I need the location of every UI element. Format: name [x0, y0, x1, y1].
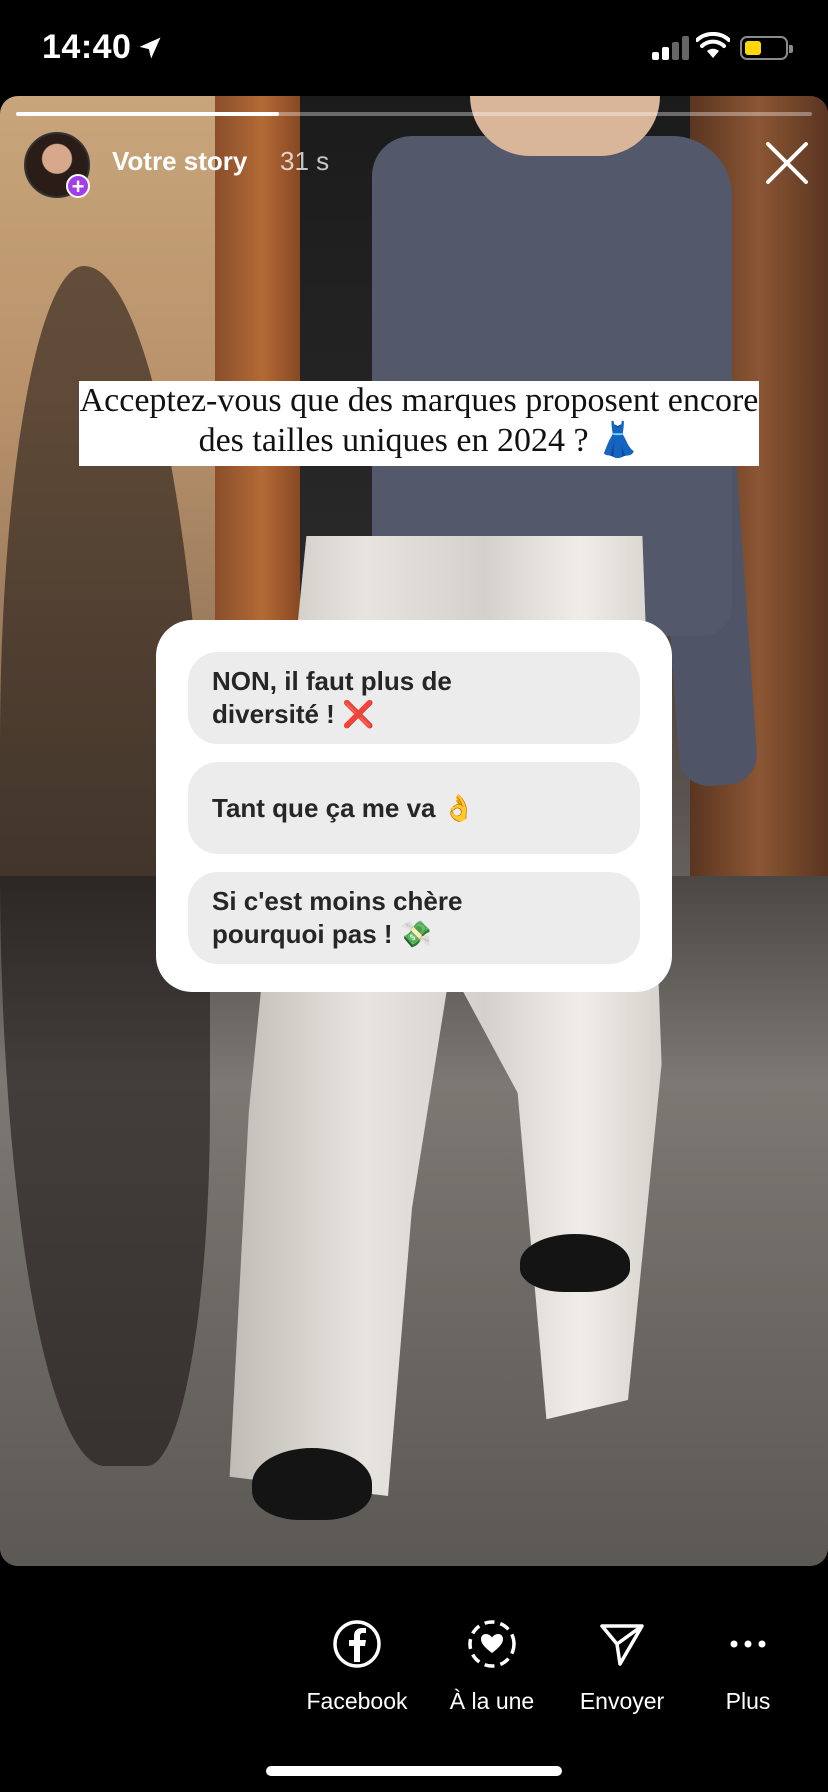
wifi-icon [696, 32, 730, 58]
poll-option-label: Si c'est moins chère pourquoi pas ! 💸 [212, 886, 463, 949]
highlight-label: À la une [449, 1688, 535, 1714]
story-progress-fill [16, 112, 279, 116]
home-indicator[interactable] [266, 1766, 562, 1776]
poll-option-label: NON, il faut plus de diversité ! ❌ [212, 666, 452, 729]
send-label: Envoyer [579, 1688, 665, 1714]
close-icon[interactable] [764, 140, 810, 186]
location-arrow-icon [139, 37, 161, 59]
add-story-plus-icon[interactable]: + [66, 174, 90, 198]
story-view[interactable]: + Votre story 31 s Acceptez-vous que des… [0, 96, 828, 1566]
poll-option[interactable]: Tant que ça me va 👌 [188, 762, 640, 854]
question-sticker: Acceptez-vous que des marques proposent … [79, 381, 759, 466]
status-bar: 14:40 [0, 0, 828, 96]
story-action-bar: Facebook À la une Envoyer Plus [0, 1566, 828, 1792]
poll-option-label: Tant que ça me va 👌 [212, 792, 476, 823]
poll-option[interactable]: NON, il faut plus de diversité ! ❌ [188, 652, 640, 744]
facebook-icon [333, 1620, 381, 1668]
highlight-button[interactable]: À la une [422, 1618, 562, 1715]
facebook-button[interactable]: Facebook [287, 1618, 427, 1715]
facebook-label: Facebook [306, 1688, 408, 1714]
battery-icon [740, 36, 793, 60]
poll-option[interactable]: Si c'est moins chère pourquoi pas ! 💸 [188, 872, 640, 964]
story-username[interactable]: Votre story [112, 146, 247, 177]
more-icon [730, 1640, 766, 1648]
story-elapsed-time: 31 s [280, 146, 330, 176]
story-progress-bar [16, 112, 812, 116]
more-label: Plus [725, 1688, 771, 1714]
highlight-heart-icon [468, 1620, 516, 1668]
poll-sticker: NON, il faut plus de diversité ! ❌ Tant … [156, 620, 672, 992]
send-icon [600, 1624, 644, 1666]
cellular-signal-icon [652, 36, 692, 60]
status-time: 14:40 [42, 28, 132, 66]
send-button[interactable]: Envoyer [552, 1618, 692, 1715]
more-button[interactable]: Plus [678, 1618, 818, 1715]
